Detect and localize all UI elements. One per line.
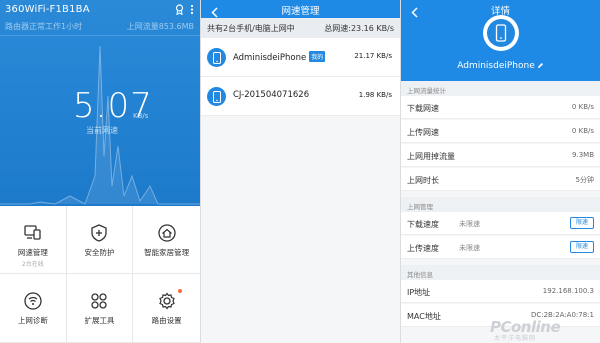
gear-icon xyxy=(156,290,178,312)
row-label: 下载速度 xyxy=(407,220,439,229)
stat-row: 下载网速 0 KB/s xyxy=(401,96,600,119)
row-label: 上传网速 xyxy=(407,128,439,137)
row-label: MAC地址 xyxy=(407,312,441,321)
device-name: CJ-201504071626 xyxy=(233,90,310,100)
stat-row: 上传网速 0 KB/s xyxy=(401,120,600,143)
section-header: 上网流量统计 xyxy=(401,81,600,96)
section-header: 上网管理 xyxy=(401,197,600,212)
row-label: 上网时长 xyxy=(407,176,439,185)
uptime-status: 路由器正常工作1小时 xyxy=(5,22,83,31)
row-value: 0 KB/s xyxy=(571,103,594,111)
device-list: AdminisdeiPhone 我的 21.17 KB/s CJ-20150407… xyxy=(201,38,400,116)
shield-plus-icon xyxy=(88,222,110,244)
row-label: 上网用掉流量 xyxy=(407,152,455,161)
section-header: 其他信息 xyxy=(401,265,600,280)
notification-dot xyxy=(177,289,182,293)
speed-unit: KB/s xyxy=(133,112,149,120)
ip-address: 192.168.100.3 xyxy=(542,287,594,295)
device-speed: 21.17 KB/s xyxy=(354,52,392,60)
row-label: IP地址 xyxy=(407,288,431,297)
tile-label: 上网诊断 xyxy=(17,316,48,325)
total-speed: 总网速:23.16 KB/s xyxy=(324,24,394,33)
network-speed-icon xyxy=(22,222,44,244)
tile-label: 扩展工具 xyxy=(84,316,115,325)
device-row[interactable]: AdminisdeiPhone 我的 21.17 KB/s xyxy=(201,38,400,77)
limit-upload-button[interactable]: 限速 xyxy=(570,241,594,253)
tile-router-settings[interactable]: 路由设置 xyxy=(133,274,200,343)
limit-mode: 未限速 xyxy=(459,244,480,252)
info-row: IP地址 192.168.100.3 xyxy=(401,280,600,303)
row-label: 下载网速 xyxy=(407,104,439,113)
tile-security[interactable]: 安全防护 xyxy=(66,206,134,274)
device-detail-panel: 详情 AdminisdeiPhone 上网流量统计 下载网速 0 KB/s 上传… xyxy=(400,0,600,343)
row-label: 上传速度 xyxy=(407,244,439,253)
page-title: 网速管理 xyxy=(281,6,320,17)
stat-row: 上网时长 5分钟 xyxy=(401,168,600,191)
tile-diagnosis[interactable]: 上网诊断 xyxy=(0,274,67,343)
row-value: 0 KB/s xyxy=(571,127,594,135)
tools-dots-icon xyxy=(88,290,110,312)
phone-icon xyxy=(487,19,515,47)
online-summary: 共有2台手机/电脑上网中 总网速:23.16 KB/s xyxy=(201,18,400,38)
tile-label: 智能家居管理 xyxy=(144,248,190,257)
traffic-total: 上网流量853.6MB xyxy=(126,22,194,31)
tile-label: 网速管理 xyxy=(17,248,48,257)
current-speed-value: 5.07 xyxy=(73,86,153,126)
device-name: AdminisdeiPhone xyxy=(457,61,535,71)
mine-badge: 我的 xyxy=(309,51,326,62)
tile-network-speed[interactable]: 网速管理 2台在线 xyxy=(0,206,67,274)
stat-row: 上网用掉流量 9.3MB xyxy=(401,144,600,167)
tile-label: 路由设置 xyxy=(151,316,182,325)
smart-home-icon xyxy=(156,222,178,244)
navbar: 网速管理 xyxy=(201,0,400,18)
device-header: 详情 AdminisdeiPhone xyxy=(401,0,600,81)
router-name: 360WiFi-F1B1BA xyxy=(5,4,90,15)
current-speed-label: 当前网速 xyxy=(86,126,118,135)
phone-icon xyxy=(207,48,226,67)
online-count: 共有2台手机/电脑上网中 xyxy=(207,24,295,33)
row-value: 9.3MB xyxy=(572,151,594,159)
more-vertical-icon[interactable] xyxy=(190,4,194,15)
speed-management-panel: 网速管理 共有2台手机/电脑上网中 总网速:23.16 KB/s Adminis… xyxy=(200,0,400,343)
medal-icon[interactable] xyxy=(175,4,184,15)
feature-grid: 网速管理 2台在线 安全防护 智能家居管理 上网诊断 扩展工具 路由设置 xyxy=(0,206,200,343)
limit-download-button[interactable]: 限速 xyxy=(570,217,594,229)
device-name: AdminisdeiPhone xyxy=(233,53,307,63)
manage-row: 上传速度 未限速 限速 xyxy=(401,236,600,259)
tile-tools[interactable]: 扩展工具 xyxy=(66,274,134,343)
tile-sublabel: 2台在线 xyxy=(21,261,44,268)
manage-row: 下载速度 未限速 限速 xyxy=(401,212,600,235)
router-status-hero: 360WiFi-F1B1BA 路由器正常工作1小时 上网流量853.6MB 5.… xyxy=(0,0,200,206)
diagnosis-icon xyxy=(22,290,44,312)
tile-label: 安全防护 xyxy=(84,248,115,257)
avatar xyxy=(483,15,519,51)
device-speed: 1.98 KB/s xyxy=(358,91,392,99)
phone-icon xyxy=(207,87,226,106)
limit-mode: 未限速 xyxy=(459,220,480,228)
edit-pencil-icon[interactable] xyxy=(537,62,544,72)
watermark-subtitle: 太平洋电脑网 xyxy=(494,335,537,342)
router-home-panel: 360WiFi-F1B1BA 路由器正常工作1小时 上网流量853.6MB 5.… xyxy=(0,0,200,343)
tile-smart-home[interactable]: 智能家居管理 xyxy=(133,206,200,274)
row-value: 5分钟 xyxy=(575,176,594,184)
device-row[interactable]: CJ-201504071626 1.98 KB/s xyxy=(201,77,400,116)
